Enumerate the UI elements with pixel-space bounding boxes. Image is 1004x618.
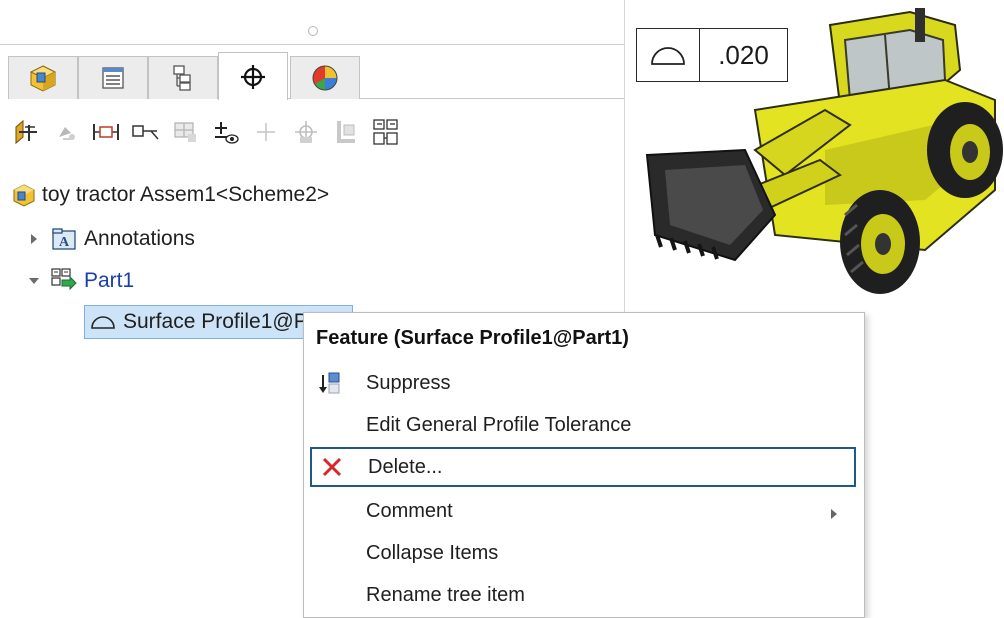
tab-property-manager[interactable] (78, 56, 148, 99)
menu-item-label: Rename tree item (366, 583, 525, 606)
datum-icon (59, 127, 75, 140)
import-scheme-button[interactable] (368, 114, 404, 150)
tree-item-annotations[interactable]: A Annotations (24, 222, 195, 256)
menu-item-label: Collapse Items (366, 541, 499, 564)
show-tolerance-status-icon (215, 122, 239, 144)
tree-root-label: toy tractor Assem1<Scheme2> (42, 183, 330, 206)
tab-display-manager[interactable] (290, 56, 360, 99)
part-scheme-icon (50, 267, 78, 295)
menu-item-suppress[interactable]: Suppress (310, 363, 856, 403)
delete-x-icon (312, 447, 352, 487)
show-tolerance-status-button[interactable] (208, 114, 244, 150)
geometric-tolerance-button[interactable] (168, 114, 204, 150)
datum-target-icon (337, 121, 355, 143)
menu-item-edit-general-profile-tolerance[interactable]: Edit General Profile Tolerance (310, 405, 856, 445)
tree-item-label: Part1 (84, 269, 135, 292)
datum-target-button[interactable] (328, 114, 364, 150)
assembly-cube-icon (10, 181, 38, 209)
tg-pattern-icon (295, 121, 317, 143)
panel-grip-handle[interactable] (308, 26, 318, 36)
display-manager-icon (312, 65, 338, 91)
context-menu: Feature (Surface Profile1@Part1) Suppres… (303, 312, 865, 618)
dimxpert-crosshair-icon (241, 64, 265, 89)
tree-item-part1[interactable]: Part1 (24, 264, 134, 298)
dimxpert-toolbar (8, 110, 528, 154)
property-list-icon (102, 67, 124, 89)
menu-item-label: Delete... (368, 455, 443, 478)
location-dimension-button[interactable] (128, 114, 164, 150)
surface-profile-icon (89, 308, 117, 336)
tab-feature-manager[interactable] (8, 56, 78, 99)
context-menu-title: Feature (Surface Profile1@Part1) (316, 327, 629, 349)
copy-scheme-button[interactable] (248, 114, 284, 150)
surface-profile-icon (637, 29, 700, 81)
location-dimension-icon (132, 125, 159, 140)
tree-item-label: Annotations (84, 227, 195, 250)
tab-configuration-manager[interactable] (148, 56, 218, 99)
menu-item-comment[interactable]: Comment (310, 491, 856, 531)
manager-tabstrip (8, 52, 624, 100)
auto-dimension-scheme-button[interactable] (8, 114, 44, 150)
menu-item-delete[interactable]: Delete... (310, 447, 856, 487)
submenu-arrow-icon (830, 503, 838, 526)
auto-dimension-scheme-icon (15, 119, 37, 145)
menu-item-label: Suppress (366, 371, 451, 394)
tab-dimxpert-manager[interactable] (218, 52, 288, 100)
suppress-icon (310, 363, 350, 403)
size-dimension-button[interactable] (88, 114, 124, 150)
menu-item-label: Comment (366, 499, 453, 522)
tg-pattern-button[interactable] (288, 114, 324, 150)
menu-item-collapse-items[interactable]: Collapse Items (310, 533, 856, 573)
assembly-cube-icon (29, 65, 57, 92)
expand-arrow-icon[interactable] (24, 229, 44, 249)
menu-item-label: Edit General Profile Tolerance (366, 413, 632, 436)
collapse-arrow-icon[interactable] (24, 271, 44, 291)
datum-button[interactable] (48, 114, 84, 150)
configuration-icon (173, 65, 191, 91)
copy-scheme-icon (257, 123, 275, 141)
tolerance-value: .020 (718, 39, 769, 70)
menu-item-rename-tree-item[interactable]: Rename tree item (310, 575, 856, 615)
import-scheme-icon (373, 119, 398, 145)
tolerance-feature-frame[interactable]: .020 (636, 28, 788, 82)
annotations-folder-icon: A (50, 225, 78, 253)
size-dimension-icon (93, 124, 119, 140)
svg-text:A: A (59, 235, 70, 250)
geometric-tolerance-icon (174, 122, 196, 142)
tree-root-assembly[interactable]: toy tractor Assem1<Scheme2> (10, 178, 329, 212)
panel-header (0, 0, 624, 45)
